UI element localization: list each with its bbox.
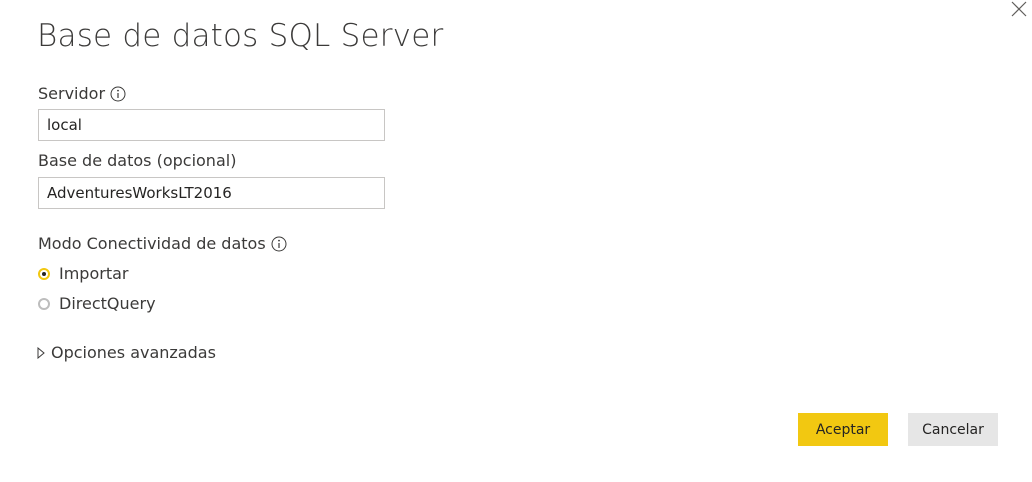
info-icon[interactable] (271, 236, 287, 252)
connectivity-label: Modo Conectividad de datos (38, 234, 266, 253)
dialog-title: Base de datos SQL Server (37, 18, 444, 54)
database-input[interactable] (38, 177, 385, 209)
radio-directquery[interactable]: DirectQuery (38, 294, 156, 313)
info-icon[interactable] (110, 86, 126, 102)
advanced-options-label: Opciones avanzadas (51, 343, 216, 362)
radio-label-importar: Importar (59, 264, 129, 283)
database-label: Base de datos (opcional) (38, 151, 237, 170)
radio-unselected-icon[interactable] (38, 297, 50, 310)
close-button[interactable] (1006, 0, 1032, 26)
cancel-button[interactable]: Cancelar (908, 413, 998, 446)
database-label-row: Base de datos (opcional) (38, 151, 236, 170)
radio-selected-icon[interactable] (38, 267, 50, 280)
radio-importar[interactable]: Importar (38, 264, 128, 283)
triangle-right-icon (37, 346, 45, 359)
accept-button[interactable]: Aceptar (798, 413, 888, 446)
radio-label-directquery: DirectQuery (59, 294, 156, 313)
server-label-row: Servidor (38, 84, 126, 103)
server-input[interactable] (38, 109, 385, 141)
close-icon (1011, 1, 1027, 17)
connectivity-label-row: Modo Conectividad de datos (38, 234, 287, 253)
server-label: Servidor (38, 84, 106, 103)
advanced-options-toggle[interactable]: Opciones avanzadas (37, 343, 216, 362)
